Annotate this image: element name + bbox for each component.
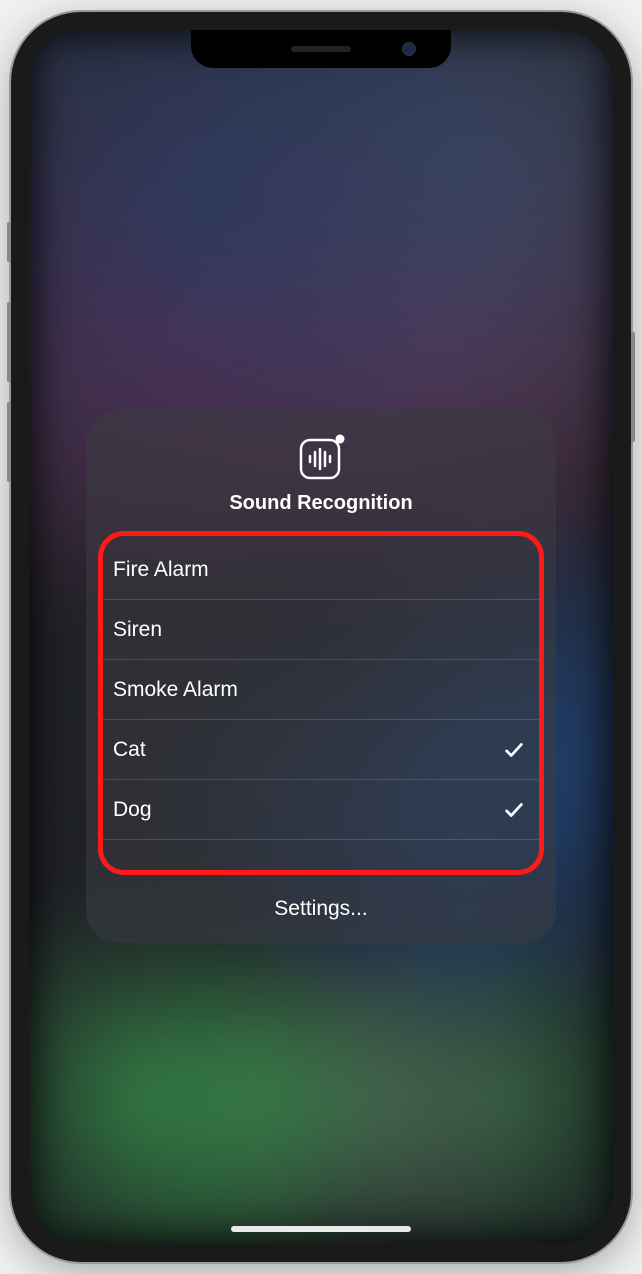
volume-down-button [7, 402, 11, 482]
silent-switch [7, 222, 11, 262]
sound-recognition-icon [297, 434, 345, 482]
power-button [631, 332, 635, 442]
sound-recognition-panel: Sound Recognition Fire Alarm Siren Smoke… [86, 410, 556, 943]
device-frame: Sound Recognition Fire Alarm Siren Smoke… [11, 12, 631, 1262]
volume-up-button [7, 302, 11, 382]
list-item-smoke-alarm[interactable]: Smoke Alarm [103, 660, 539, 720]
checkmark-icon [503, 799, 525, 821]
sound-list: Fire Alarm Siren Smoke Alarm Cat Dog [86, 531, 556, 875]
list-item-fire-alarm[interactable]: Fire Alarm [103, 540, 539, 600]
list-item-label: Siren [113, 618, 162, 642]
notch [191, 30, 451, 68]
highlight-annotation: Fire Alarm Siren Smoke Alarm Cat Dog [98, 531, 544, 875]
panel-title: Sound Recognition [229, 492, 412, 515]
list-item-cat[interactable]: Cat [103, 720, 539, 780]
list-item-siren[interactable]: Siren [103, 600, 539, 660]
list-item-label: Fire Alarm [113, 558, 209, 582]
front-camera [402, 42, 416, 56]
list-item-dog[interactable]: Dog [103, 780, 539, 840]
speaker [291, 46, 351, 52]
list-item-label: Cat [113, 738, 146, 762]
settings-label: Settings... [274, 897, 367, 921]
checkmark-icon [503, 739, 525, 761]
list-item-label: Smoke Alarm [113, 678, 238, 702]
panel-header: Sound Recognition [86, 410, 556, 531]
screen: Sound Recognition Fire Alarm Siren Smoke… [29, 30, 613, 1244]
home-indicator[interactable] [231, 1226, 411, 1232]
settings-button[interactable]: Settings... [86, 875, 556, 943]
list-item-label: Dog [113, 798, 152, 822]
